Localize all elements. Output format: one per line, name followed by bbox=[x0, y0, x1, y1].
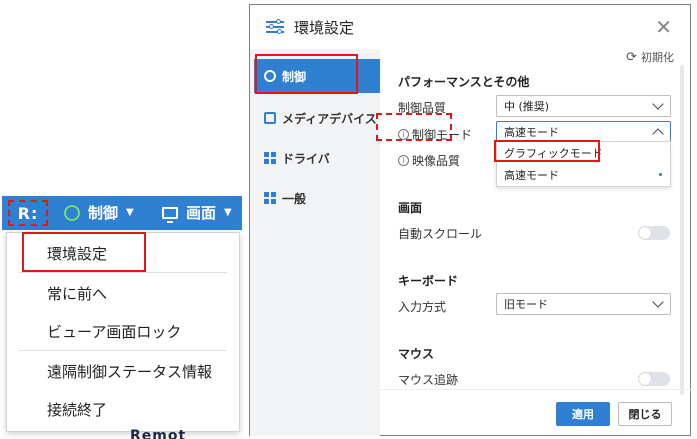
auto-scroll-toggle[interactable] bbox=[638, 226, 670, 240]
dialog-title-bar: 環境設定 ✕ bbox=[250, 5, 690, 49]
refresh-icon: ⟳ bbox=[626, 49, 637, 65]
sidebar-item-media-devices[interactable]: メディアデバイス bbox=[254, 101, 380, 135]
auto-scroll-label: 自動スクロール bbox=[398, 227, 483, 241]
control-menu-button[interactable]: 制御 ▼ bbox=[64, 202, 134, 223]
menu-item-disconnect[interactable]: 接続終了 bbox=[7, 391, 239, 427]
sliders-icon bbox=[266, 19, 284, 34]
highlight-box-preferences bbox=[22, 232, 146, 272]
chevron-down-icon bbox=[652, 98, 664, 110]
video-quality-label: i 映像品質 bbox=[398, 152, 460, 169]
caret-down-icon: ▼ bbox=[224, 207, 232, 218]
chevron-up-icon bbox=[652, 128, 664, 140]
menu-item-always-on-top[interactable]: 常に前へ bbox=[7, 275, 239, 311]
control-quality-select[interactable]: 中 (推奨) bbox=[496, 95, 671, 117]
apply-button[interactable]: 適用 bbox=[556, 402, 610, 426]
dialog-title: 環境設定 bbox=[294, 18, 355, 37]
sidebar-item-driver[interactable]: ドライバ bbox=[254, 141, 380, 175]
mouse-tracking-label: マウス追跡 bbox=[398, 373, 459, 387]
section-title-performance: パフォーマンスとその他 bbox=[398, 75, 530, 89]
media-device-icon bbox=[264, 112, 276, 124]
caret-down-icon: ▼ bbox=[126, 207, 134, 218]
menu-divider bbox=[19, 350, 227, 351]
select-value: 高速モード bbox=[504, 126, 559, 139]
option-fast-mode[interactable]: 高速モード bbox=[497, 164, 670, 186]
info-icon: i bbox=[398, 155, 409, 166]
select-value: 旧モード bbox=[504, 298, 548, 311]
settings-sidebar: 制御 メディアデバイス ドライバ 一般 bbox=[250, 49, 380, 436]
monitor-icon bbox=[162, 206, 178, 223]
reset-button[interactable]: ⟳ 初期化 bbox=[626, 49, 674, 65]
screen-label: 画面 bbox=[186, 204, 217, 222]
sidebar-item-label: メディアデバイス bbox=[282, 111, 377, 126]
remote-toolbar: R: 制御 ▼ 画面 ▼ bbox=[2, 196, 242, 230]
section-title-screen: 画面 bbox=[398, 201, 423, 215]
app-logo-button[interactable]: R: bbox=[8, 200, 48, 226]
close-button[interactable]: 閉じる bbox=[618, 402, 672, 426]
content-scrollbar[interactable] bbox=[680, 65, 684, 395]
input-method-label: 入力方式 bbox=[398, 300, 447, 314]
select-value: 中 (推奨) bbox=[504, 100, 550, 113]
general-grid-icon bbox=[264, 192, 276, 204]
menu-item-viewer-lock[interactable]: ビューア画面ロック bbox=[7, 313, 239, 349]
screen-menu-button[interactable]: 画面 ▼ bbox=[162, 202, 232, 223]
input-method-select[interactable]: 旧モード bbox=[496, 293, 671, 315]
highlight-box-control-tab bbox=[255, 54, 358, 94]
section-title-keyboard: キーボード bbox=[398, 274, 459, 288]
sidebar-item-label: 一般 bbox=[282, 191, 307, 206]
control-label: 制御 bbox=[88, 204, 119, 222]
menu-item-status-info[interactable]: 遠隔制御ステータス情報 bbox=[7, 353, 239, 389]
settings-content: ⟳ 初期化 パフォーマンスとその他 制御品質 中 (推奨) i 制御モード 高速… bbox=[380, 49, 692, 389]
background-brand-text: Remot bbox=[130, 428, 187, 439]
close-icon[interactable]: ✕ bbox=[655, 17, 672, 37]
control-ring-icon bbox=[64, 204, 80, 221]
dialog-footer: 適用 閉じる bbox=[380, 389, 692, 437]
reset-label: 初期化 bbox=[641, 51, 674, 64]
section-title-mouse: マウス bbox=[398, 347, 435, 361]
highlight-box-control-mode bbox=[376, 113, 452, 141]
mouse-tracking-toggle[interactable] bbox=[638, 372, 670, 386]
sidebar-item-general[interactable]: 一般 bbox=[254, 181, 380, 215]
driver-grid-icon bbox=[264, 152, 276, 164]
settings-dialog: 環境設定 ✕ 制御 メディアデバイス ドライバ 一般 ⟳ 初期化 パフォーマンス… bbox=[249, 4, 692, 437]
highlight-box-graphic-mode bbox=[494, 140, 600, 162]
chevron-down-icon bbox=[652, 296, 664, 308]
menu-divider bbox=[19, 272, 227, 273]
selected-dot-icon bbox=[659, 173, 662, 176]
sidebar-item-label: ドライバ bbox=[282, 151, 330, 166]
